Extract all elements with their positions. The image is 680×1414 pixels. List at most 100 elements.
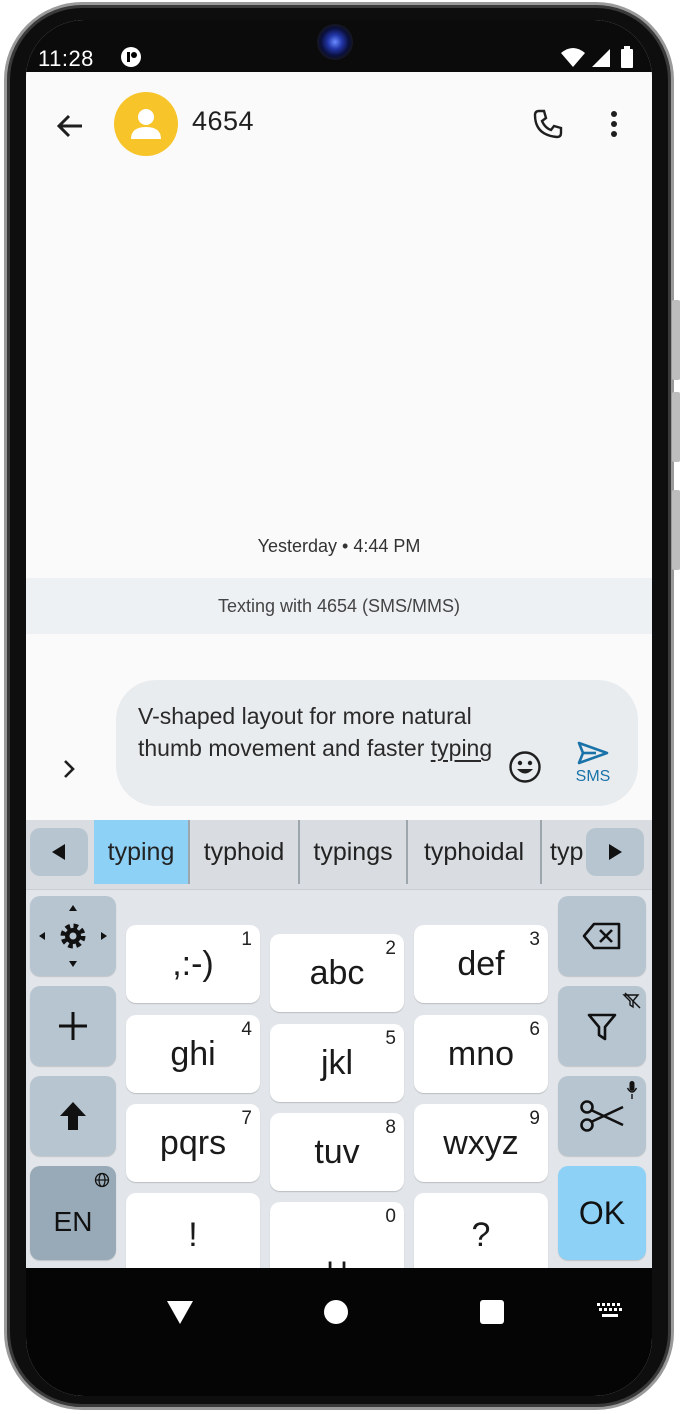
language-label: EN <box>53 1206 93 1237</box>
settings-nav-key[interactable] <box>30 896 116 976</box>
emoji-button[interactable] <box>508 750 542 784</box>
cut-key[interactable] <box>558 1076 646 1156</box>
app-bar: 4654 <box>26 72 652 176</box>
key-number: 8 <box>385 1117 396 1138</box>
shift-key[interactable] <box>30 1076 116 1156</box>
exclamation-key[interactable]: ! <box>126 1193 260 1277</box>
back-button[interactable] <box>48 104 92 148</box>
suggestion-right-button[interactable] <box>586 828 644 876</box>
more-vert-icon <box>611 111 617 137</box>
key-7[interactable]: pqrs 7 <box>126 1104 260 1182</box>
question-key[interactable]: ? <box>414 1193 548 1277</box>
key-label: ghi <box>170 1034 216 1073</box>
ok-label: OK <box>578 1194 626 1231</box>
key-9[interactable]: wxyz 9 <box>414 1104 548 1182</box>
key-number: 1 <box>241 929 252 950</box>
right-triangle-icon <box>609 844 622 860</box>
status-time: 11:28 <box>38 46 94 71</box>
nav-back-button[interactable] <box>160 1292 200 1332</box>
key-number: 5 <box>385 1028 396 1049</box>
key-number: 4 <box>241 1019 252 1040</box>
gear-dpad-icon <box>39 905 107 967</box>
key-label: ! <box>188 1215 198 1254</box>
keyboard-icon <box>597 1303 622 1317</box>
key-5[interactable]: jkl 5 <box>270 1024 404 1102</box>
key-label: ,:-) <box>172 944 214 983</box>
key-6[interactable]: mno 6 <box>414 1015 548 1093</box>
key-2[interactable]: abc 2 <box>270 934 404 1012</box>
key-label: abc <box>309 953 365 992</box>
message-text: V-shaped layout for more natural thumb m… <box>138 703 472 761</box>
volume-button <box>672 392 680 462</box>
key-4[interactable]: ghi 4 <box>126 1015 260 1093</box>
key-label: def <box>457 944 505 983</box>
filter-icon <box>587 1013 617 1041</box>
navigation-bar <box>26 1268 652 1396</box>
status-bar: 11:28 <box>26 20 652 72</box>
power-button <box>672 490 680 570</box>
key-3[interactable]: def 3 <box>414 925 548 1003</box>
suggestion-item[interactable]: typhoid <box>190 820 300 884</box>
language-key[interactable]: EN <box>30 1166 116 1260</box>
back-arrow-icon <box>56 114 82 138</box>
key-number: 9 <box>529 1108 540 1129</box>
key-number: 6 <box>529 1019 540 1040</box>
chevron-right-icon <box>64 760 75 778</box>
ok-key[interactable]: OK <box>558 1166 646 1260</box>
app-notification-icon <box>121 47 141 67</box>
battery-icon <box>621 46 633 68</box>
person-icon <box>131 109 161 139</box>
keyboard: typing typhoid typings typhoidal typ EN … <box>26 820 652 1280</box>
send-icon <box>577 741 609 765</box>
key-label: wxyz <box>443 1123 519 1162</box>
globe-icon <box>94 1172 110 1188</box>
phone-icon <box>533 109 563 139</box>
microphone-icon <box>626 1081 638 1099</box>
volume-button <box>672 300 680 380</box>
backspace-icon <box>582 922 621 950</box>
left-triangle-icon <box>52 844 65 860</box>
key-label: ? <box>471 1215 491 1254</box>
key-number: 0 <box>385 1206 396 1227</box>
nav-back-triangle-icon <box>167 1301 193 1324</box>
expand-button[interactable] <box>54 754 84 784</box>
signal-icon <box>592 49 610 67</box>
screen: 11:28 4654 Yesterday • 4:44 PM Texting w… <box>26 20 652 1396</box>
sms-banner-text: Texting with 4654 (SMS/MMS) <box>217 595 461 616</box>
plus-key[interactable] <box>30 986 116 1066</box>
suggestion-item[interactable]: typ <box>542 820 588 884</box>
send-label: SMS <box>575 768 611 785</box>
call-button[interactable] <box>526 102 570 146</box>
filter-off-icon <box>622 992 641 1009</box>
nav-recents-button[interactable] <box>472 1292 512 1332</box>
key-label: pqrs <box>159 1123 227 1162</box>
filter-key[interactable] <box>558 986 646 1066</box>
backspace-key[interactable] <box>558 896 646 976</box>
suggestion-left-button[interactable] <box>30 828 88 876</box>
message-composer[interactable]: V-shaped layout for more natural thumb m… <box>116 680 638 806</box>
suggestion-item[interactable]: typings <box>300 820 408 884</box>
scissors-icon <box>580 1100 624 1132</box>
key-label: mno <box>447 1034 515 1073</box>
nav-home-button[interactable] <box>316 1292 356 1332</box>
keyboard-switch-button[interactable] <box>592 1296 628 1326</box>
suggestion-item[interactable]: typing <box>94 820 190 884</box>
plus-icon <box>59 1012 87 1040</box>
conversation-title: 4654 <box>192 106 255 136</box>
key-number: 2 <box>385 938 396 959</box>
avatar[interactable] <box>114 92 178 156</box>
shift-arrow-icon <box>60 1102 86 1130</box>
nav-home-circle-icon <box>324 1300 348 1324</box>
message-input[interactable]: V-shaped layout for more natural thumb m… <box>138 700 498 764</box>
front-camera <box>317 24 353 60</box>
key-number: 3 <box>529 929 540 950</box>
suggestion-item[interactable]: typhoidal <box>408 820 542 884</box>
send-button[interactable]: SMS <box>568 740 618 798</box>
key-8[interactable]: tuv 8 <box>270 1113 404 1191</box>
suggestion-bar: typing typhoid typings typhoidal typ <box>26 820 652 890</box>
key-label: jkl <box>320 1043 354 1082</box>
wifi-icon <box>561 48 585 67</box>
key-1[interactable]: ,:-) 1 <box>126 925 260 1003</box>
more-options-button[interactable] <box>596 102 632 146</box>
key-number: 7 <box>241 1108 252 1129</box>
